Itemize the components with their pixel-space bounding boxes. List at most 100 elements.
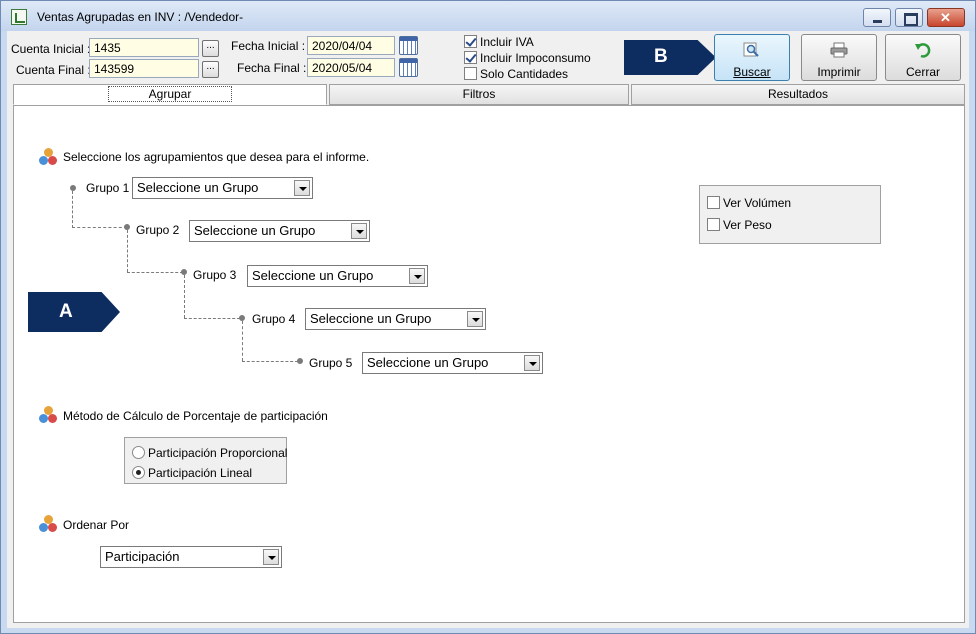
fecha-inicial-calendar-icon[interactable] [399, 36, 418, 55]
tree-connector [72, 227, 127, 228]
grupo-4-select[interactable]: Seleccione un Grupo [305, 308, 486, 330]
annotation-b-text: B [654, 46, 668, 67]
tab-agrupar-label: Agrupar [107, 86, 233, 102]
radio-selected-icon [132, 466, 145, 479]
solo-cantidades-label: Solo Cantidades [480, 67, 569, 81]
grupo-5-label: Grupo 5 [309, 356, 353, 370]
undo-arrow-icon [915, 43, 931, 58]
grupo-4-value: Seleccione un Grupo [310, 311, 432, 326]
incluir-iva-checkbox[interactable]: Incluir IVA [464, 35, 534, 50]
cuenta-inicial-input[interactable] [89, 38, 199, 57]
checkbox-box [464, 67, 477, 80]
tree-connector [184, 318, 240, 319]
grupo-5-select[interactable]: Seleccione un Grupo [362, 352, 543, 374]
grupo-5-value: Seleccione un Grupo [367, 355, 489, 370]
fecha-final-label: Fecha Final : [237, 61, 307, 75]
ver-peso-checkbox[interactable]: Ver Peso [707, 218, 772, 233]
grupo-2-value: Seleccione un Grupo [194, 223, 316, 238]
printer-icon [830, 42, 848, 58]
close-window-button[interactable] [927, 8, 965, 27]
participacion-lineal-radio[interactable]: Participación Lineal [132, 466, 252, 481]
title-bar[interactable]: Ventas Agrupadas en INV : /Vendedor- [1, 1, 975, 31]
tab-filtros-label: Filtros [462, 87, 496, 101]
metodo-title: Método de Cálculo de Porcentaje de parti… [63, 409, 328, 423]
ver-peso-label: Ver Peso [723, 218, 772, 232]
ordenar-value: Participación [105, 549, 180, 564]
cuenta-inicial-browse-button[interactable]: ... [202, 40, 219, 57]
grupo-3-value: Seleccione un Grupo [252, 268, 374, 283]
participacion-lineal-label: Participación Lineal [148, 466, 253, 480]
minimize-button[interactable] [863, 8, 891, 27]
agrupar-panel: Seleccione los agrupamientos que desea p… [13, 105, 965, 623]
chevron-down-icon[interactable] [409, 268, 425, 284]
chevron-down-icon[interactable] [294, 180, 310, 196]
ver-volumen-checkbox[interactable]: Ver Volúmen [707, 196, 791, 211]
chevron-down-icon[interactable] [351, 223, 367, 239]
chevron-down-icon[interactable] [524, 355, 540, 371]
annotation-a: A [28, 292, 120, 332]
tree-connector [127, 272, 183, 273]
grupo-2-select[interactable]: Seleccione un Grupo [189, 220, 370, 242]
annotation-a-text: A [59, 301, 73, 322]
tree-connector [72, 191, 73, 228]
chevron-down-icon[interactable] [467, 311, 483, 327]
search-icon [743, 42, 759, 57]
users-group-icon [39, 406, 57, 424]
grupo-1-select[interactable]: Seleccione un Grupo [132, 177, 313, 199]
checkbox-box [707, 196, 720, 209]
tree-connector [184, 275, 185, 318]
participacion-proporcional-label: Participación Proporcional [148, 446, 288, 460]
cuenta-final-label: Cuenta Final : [16, 63, 91, 77]
tab-agrupar[interactable]: Agrupar [13, 84, 327, 105]
check-icon [464, 35, 477, 48]
grupo-4-label: Grupo 4 [252, 312, 296, 326]
fecha-inicial-input[interactable] [307, 36, 395, 55]
tree-node [297, 358, 303, 364]
checkbox-box [707, 218, 720, 231]
solo-cantidades-checkbox[interactable]: Solo Cantidades [464, 67, 568, 82]
report-window: Ventas Agrupadas en INV : /Vendedor- Cue… [0, 0, 976, 634]
check-icon [464, 51, 477, 64]
imprimir-button[interactable]: Imprimir [801, 34, 877, 81]
ordenar-select[interactable]: Participación [100, 546, 282, 568]
cerrar-label: Cerrar [905, 65, 940, 79]
cuenta-final-browse-button[interactable]: ... [202, 61, 219, 78]
fecha-final-input[interactable] [307, 58, 395, 77]
incluir-iva-label: Incluir IVA [480, 35, 534, 49]
cerrar-button[interactable]: Cerrar [885, 34, 961, 81]
tab-filtros[interactable]: Filtros [329, 84, 629, 105]
tree-connector [127, 230, 128, 272]
buscar-button[interactable]: Buscar [714, 34, 790, 81]
imprimir-label: Imprimir [817, 65, 861, 79]
incluir-impoconsumo-checkbox[interactable]: Incluir Impoconsumo [464, 51, 591, 66]
fecha-final-calendar-icon[interactable] [399, 58, 418, 77]
ver-volumen-label: Ver Volúmen [723, 196, 792, 210]
tree-connector [242, 361, 298, 362]
agrupar-intro-text: Seleccione los agrupamientos que desea p… [63, 150, 370, 164]
grupo-2-label: Grupo 2 [136, 223, 180, 237]
cuenta-inicial-label: Cuenta Inicial : [11, 42, 91, 56]
cuenta-final-input[interactable] [89, 59, 199, 78]
radio-icon [132, 446, 145, 459]
tree-node [70, 185, 76, 191]
window-title: Ventas Agrupadas en INV : /Vendedor- [37, 10, 244, 24]
fecha-inicial-label: Fecha Inicial : [231, 39, 306, 53]
client-area: Cuenta Inicial : ... Cuenta Final : ... … [7, 31, 969, 628]
chevron-down-icon[interactable] [263, 549, 279, 565]
grupo-1-value: Seleccione un Grupo [137, 180, 259, 195]
participacion-proporcional-radio[interactable]: Participación Proporcional [132, 446, 287, 461]
users-group-icon [39, 515, 57, 533]
grupo-1-label: Grupo 1 [86, 181, 130, 195]
tree-connector [242, 321, 243, 361]
grupo-3-select[interactable]: Seleccione un Grupo [247, 265, 428, 287]
users-group-icon [39, 148, 57, 166]
incluir-impoconsumo-label: Incluir Impoconsumo [480, 51, 591, 65]
app-icon [11, 9, 27, 25]
maximize-button[interactable] [895, 8, 923, 27]
grupo-3-label: Grupo 3 [193, 268, 237, 282]
tab-resultados-label: Resultados [767, 87, 829, 101]
buscar-label: Buscar [733, 65, 771, 79]
ver-options-box: Ver Volúmen Ver Peso [699, 185, 881, 244]
ordenar-title: Ordenar Por [63, 518, 130, 532]
tab-resultados[interactable]: Resultados [631, 84, 965, 105]
